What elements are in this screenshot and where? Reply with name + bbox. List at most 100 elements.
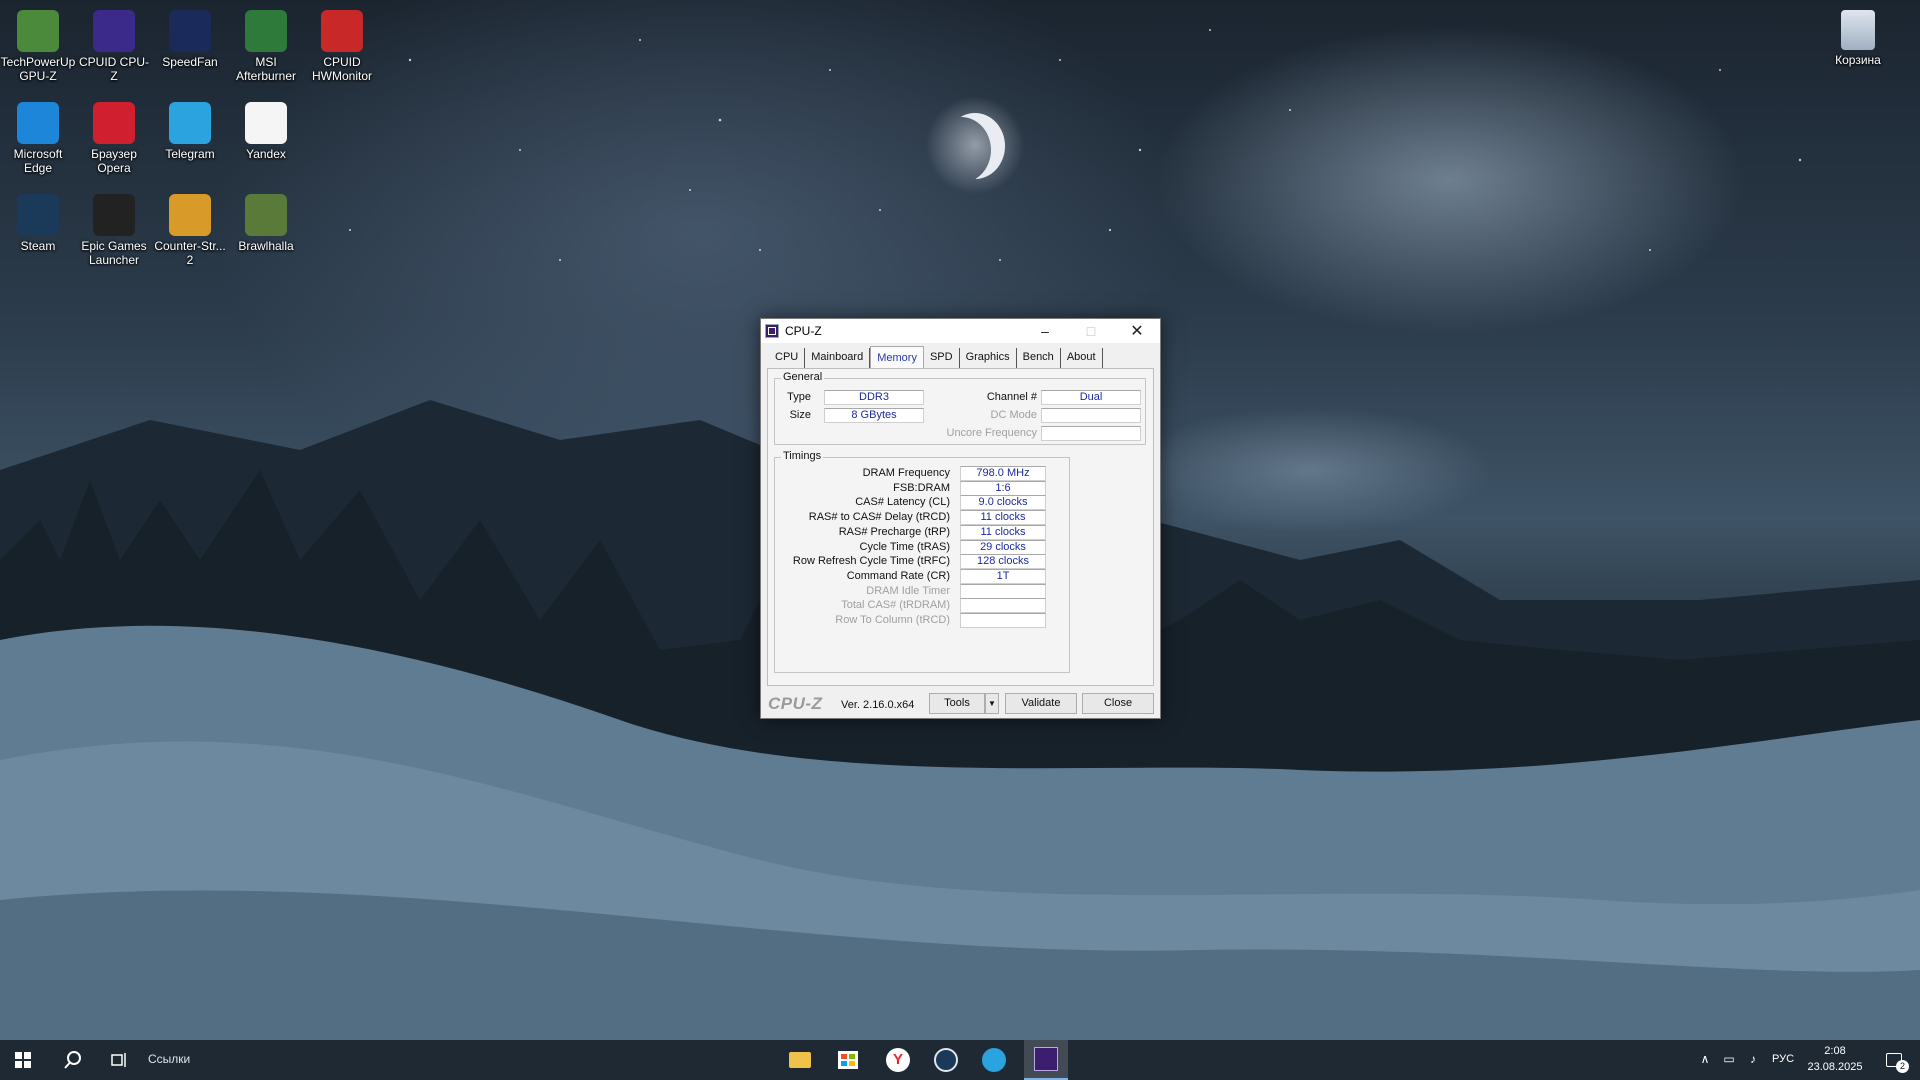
close-window-button[interactable]: ✕ [1114,319,1160,343]
links-toolbar[interactable]: Ссылки [148,1052,190,1066]
notification-icon: 2 [1886,1053,1909,1073]
uncore-frequency-label: Uncore Frequency [946,427,1038,439]
type-label: Type [787,391,811,403]
desktop-icon-label: SpeedFan [162,55,218,69]
desktop-icon[interactable]: Yandex [228,96,304,161]
tools-dropdown-arrow-icon[interactable]: ▼ [985,693,999,714]
timing-value: 1T [960,568,1046,584]
desktop-icon-label: MSI Afterburner [235,55,297,83]
desktop-icon[interactable]: Microsoft Edge [0,96,76,175]
tab-memory[interactable]: Memory [870,346,924,368]
language-indicator[interactable]: РУС [1768,1053,1798,1065]
general-group: General Type DDR3 Size 8 GBytes Channel … [774,371,1146,445]
clock-date[interactable]: 23.08.2025 [1806,1061,1864,1073]
app-icon [245,10,287,52]
desktop-icon[interactable]: TechPowerUp GPU-Z [0,4,76,83]
desktop-icon[interactable]: Браузер Opera [76,96,152,175]
telegram-icon [982,1048,1006,1072]
minimize-button[interactable]: – [1022,319,1068,343]
cpuz-window[interactable]: CPU-Z – □ ✕ CPU Mainboard Memory SPD Graphic… [760,318,1161,719]
taskbar-telegram[interactable] [974,1040,1014,1080]
tab-about[interactable]: About [1061,348,1103,368]
volume-icon[interactable]: ♪ [1744,1052,1762,1066]
desktop-icon[interactable]: Epic Games Launcher [76,188,152,267]
task-view-button[interactable] [96,1040,142,1080]
tab-cpu[interactable]: CPU [769,348,806,368]
version-text: Ver. 2.16.0.x64 [841,699,915,711]
timing-value: 1:6 [960,480,1046,496]
dc-mode-value [1041,408,1141,423]
taskbar: Ссылки Y ∧ ▭ ♪ РУС 2:08 23.08.2025 2 [0,1040,1920,1080]
app-icon [169,10,211,52]
type-value: DDR3 [824,390,924,405]
window-footer: CPU-Z Ver. 2.16.0.x64 Tools ▼ Validate C… [761,690,1160,718]
app-icon [17,10,59,52]
task-view-icon [111,1053,126,1067]
timing-value: 11 clocks [960,510,1046,526]
maximize-button[interactable]: □ [1068,319,1114,343]
app-icon [169,194,211,236]
cpuz-app-icon [765,324,779,338]
taskbar-file-explorer[interactable] [780,1040,820,1080]
taskbar-cpuz[interactable] [1024,1040,1068,1080]
timing-label: FSB:DRAM [893,481,950,494]
trash-icon [1841,10,1875,50]
network-icon[interactable]: ▭ [1720,1052,1738,1066]
moon [945,113,1005,179]
desktop-icon-label: Steam [20,239,56,253]
desktop-icon[interactable]: Brawlhalla [228,188,304,253]
desktop-icon[interactable]: SpeedFan [152,4,228,69]
size-label: Size [789,409,811,421]
desktop-icon[interactable]: Steam [0,188,76,253]
tab-graphics[interactable]: Graphics [960,348,1017,368]
close-button[interactable]: Close [1082,693,1154,714]
timing-label: RAS# Precharge (tRP) [838,525,950,538]
notification-center-button[interactable]: 2 [1874,1040,1914,1080]
taskbar-yandex[interactable]: Y [878,1040,918,1080]
taskbar-steam[interactable] [926,1040,966,1080]
general-group-label: General [781,371,825,383]
desktop-icon[interactable]: Counter-Str... 2 [152,188,228,267]
timing-label: RAS# to CAS# Delay (tRCD) [808,511,950,524]
desktop-icon-label: Brawlhalla [238,239,294,253]
validate-button[interactable]: Validate [1005,693,1077,714]
desktop-icon-label: Epic Games Launcher [81,239,147,267]
recycle-bin-icon[interactable]: Корзина [1820,4,1896,67]
cpuz-icon [1034,1047,1058,1071]
desktop-icon-label: Браузер Opera [91,147,137,175]
timing-value: 798.0 MHz [960,466,1046,481]
store-icon [838,1051,858,1069]
tab-bench[interactable]: Bench [1017,348,1061,368]
app-icon [17,194,59,236]
tab-mainboard[interactable]: Mainboard [805,348,871,368]
search-button[interactable] [50,1040,96,1080]
timing-value: 128 clocks [960,554,1046,570]
timing-value [960,583,1046,599]
title-bar[interactable]: CPU-Z – □ ✕ [761,319,1160,343]
timing-label: Total CAS# (tRDRAM) [841,599,950,612]
folder-icon [789,1052,811,1068]
desktop-icon-label: Telegram [165,147,215,161]
app-icon [245,194,287,236]
timing-label: CAS# Latency (CL) [855,496,950,509]
app-icon [93,102,135,144]
windows-logo-icon [15,1052,31,1068]
tools-button[interactable]: Tools [929,693,985,714]
desktop-icon[interactable]: CPUID CPU-Z [76,4,152,83]
timing-value [960,613,1046,628]
clock-time[interactable]: 2:08 [1808,1045,1862,1057]
timing-value: 9.0 clocks [960,495,1046,511]
cpuz-logo: CPU-Z [768,694,823,713]
tab-bar: CPU Mainboard Memory SPD Graphics Bench About [769,346,1103,368]
tab-spd[interactable]: SPD [924,348,960,368]
taskbar-store[interactable] [828,1040,868,1080]
desktop-icon[interactable]: Telegram [152,96,228,161]
desktop-icon[interactable]: MSI Afterburner [228,4,304,83]
recycle-bin-label: Корзина [1835,53,1881,67]
uncore-frequency-value [1041,426,1141,441]
channel-value: Dual [1041,390,1141,405]
desktop-icon[interactable]: CPUID HWMonitor [304,4,380,83]
show-hidden-icons-chevron-icon[interactable]: ∧ [1698,1052,1712,1066]
start-button[interactable] [0,1040,46,1080]
desktop-icon-label: Yandex [246,147,286,161]
